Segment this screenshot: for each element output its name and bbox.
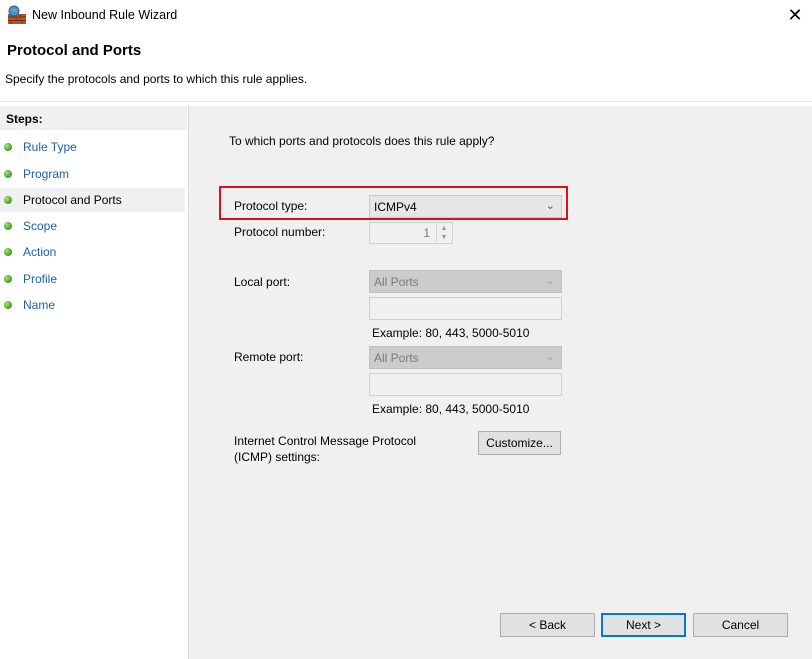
local-port-value: All Ports bbox=[374, 275, 419, 289]
step-label: Action bbox=[23, 245, 57, 259]
remote-port-dropdown[interactable]: All Ports ⌄ bbox=[369, 346, 562, 369]
customize-button[interactable]: Customize... bbox=[478, 431, 561, 455]
back-button[interactable]: < Back bbox=[500, 613, 595, 637]
local-port-example: Example: 80, 443, 5000-5010 bbox=[372, 326, 530, 340]
spin-up-icon[interactable]: ▲ bbox=[436, 224, 451, 233]
step-label: Profile bbox=[23, 272, 58, 286]
firewall-icon bbox=[6, 4, 28, 26]
next-button[interactable]: Next > bbox=[601, 613, 686, 637]
step-label: Rule Type bbox=[23, 140, 77, 154]
step-label: Program bbox=[23, 167, 70, 181]
remote-port-label: Remote port: bbox=[234, 350, 304, 364]
remote-port-value: All Ports bbox=[374, 351, 419, 365]
step-program[interactable]: Program bbox=[0, 162, 185, 186]
step-label: Name bbox=[23, 298, 56, 312]
step-bullet-icon bbox=[4, 275, 12, 283]
remote-port-example: Example: 80, 443, 5000-5010 bbox=[372, 402, 530, 416]
cancel-button[interactable]: Cancel bbox=[693, 613, 788, 637]
protocol-number-stepper[interactable]: 1 ▲ ▼ bbox=[369, 222, 453, 244]
local-port-label: Local port: bbox=[234, 275, 291, 289]
step-bullet-icon bbox=[4, 196, 12, 204]
spin-down-icon[interactable]: ▼ bbox=[436, 233, 451, 242]
step-profile[interactable]: Profile bbox=[0, 267, 185, 291]
step-bullet-icon bbox=[4, 143, 12, 151]
local-port-dropdown[interactable]: All Ports ⌄ bbox=[369, 270, 562, 293]
protocol-number-label: Protocol number: bbox=[234, 225, 326, 239]
icmp-settings-label-line1: Internet Control Message Protocol bbox=[234, 434, 417, 448]
window-title: New Inbound Rule Wizard bbox=[32, 8, 178, 22]
icmp-settings-label-line2: (ICMP) settings: bbox=[234, 450, 321, 464]
step-label: Protocol and Ports bbox=[23, 193, 122, 207]
question-text: To which ports and protocols does this r… bbox=[229, 134, 495, 148]
chevron-down-icon: ⌄ bbox=[545, 351, 555, 363]
step-rule-type[interactable]: Rule Type bbox=[0, 135, 185, 159]
local-port-input[interactable] bbox=[369, 297, 562, 320]
step-bullet-icon bbox=[4, 301, 12, 309]
step-bullet-icon bbox=[4, 248, 12, 256]
step-bullet-icon bbox=[4, 222, 12, 230]
highlight-box bbox=[219, 186, 568, 220]
steps-title: Steps: bbox=[6, 112, 43, 126]
header-divider bbox=[0, 101, 812, 102]
step-protocol-and-ports[interactable]: Protocol and Ports bbox=[0, 188, 185, 212]
chevron-down-icon: ⌄ bbox=[545, 275, 555, 287]
step-scope[interactable]: Scope bbox=[0, 214, 185, 238]
step-bullet-icon bbox=[4, 170, 12, 178]
step-label: Scope bbox=[23, 219, 58, 233]
close-icon[interactable]: ✕ bbox=[784, 4, 806, 26]
page-subtitle: Specify the protocols and ports to which… bbox=[5, 72, 308, 86]
page-title: Protocol and Ports bbox=[7, 42, 142, 59]
step-name[interactable]: Name bbox=[0, 293, 185, 317]
step-action[interactable]: Action bbox=[0, 240, 185, 264]
protocol-number-value: 1 bbox=[423, 226, 430, 240]
remote-port-input[interactable] bbox=[369, 373, 562, 396]
